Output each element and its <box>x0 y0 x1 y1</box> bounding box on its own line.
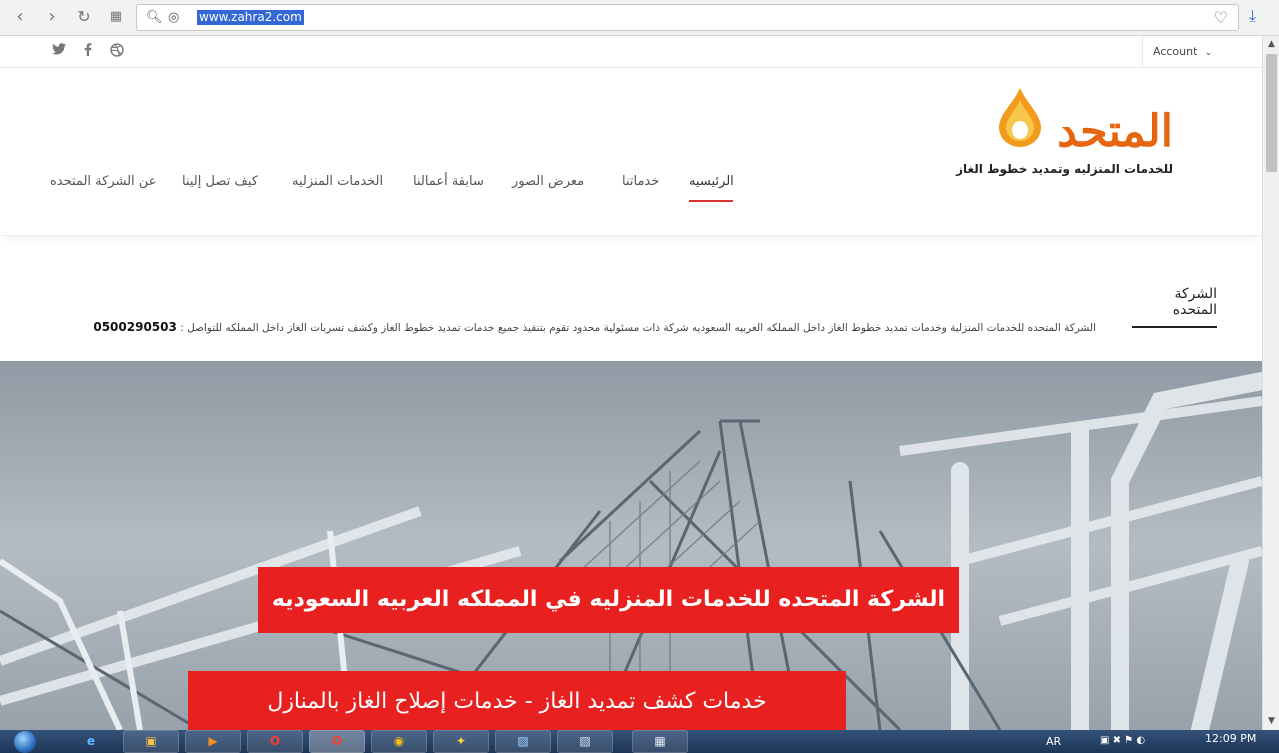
about-description: الشركة المتحده للخدمات المنزلية وخدمات ت… <box>180 322 1096 334</box>
menu-item-services[interactable]: خدماتنا <box>622 174 659 189</box>
python-icon[interactable]: ✦ <box>433 730 489 753</box>
speed-dial-icon[interactable]: ▦ <box>104 6 128 28</box>
phone-number: 0500290503 <box>93 320 177 334</box>
heart-icon[interactable]: ♡ <box>1214 8 1228 27</box>
hero-subheadline: خدمات كشف تمديد الغاز - خدمات إصلاح الغا… <box>188 671 846 730</box>
account-label: Account <box>1153 45 1198 58</box>
scroll-thumb[interactable] <box>1266 54 1277 172</box>
notepad-icon[interactable]: ▧ <box>557 730 613 753</box>
page-scrollbar[interactable]: ▲ ▼ <box>1262 36 1279 730</box>
active-menu-underline <box>689 200 733 202</box>
address-bar[interactable]: 🔍︎ ◎ www.zahra2.com ♡ <box>136 4 1239 31</box>
menu-item-home[interactable]: الرئيسيه <box>689 174 734 189</box>
browser-toolbar: ‹ › ↻ ▦ 🔍︎ ◎ www.zahra2.com ♡ ⤓ <box>0 0 1279 36</box>
web-page: Account ⌄ المتحد للخدمات المنزليه وتمديد… <box>0 36 1262 730</box>
facebook-icon[interactable] <box>79 43 97 60</box>
tray-icons[interactable]: ▣ ✖ ⚑ ◐ <box>1100 735 1145 746</box>
menu-item-previous-work[interactable]: سابقة أعمالنا <box>413 174 484 189</box>
site-logo[interactable]: المتحد للخدمات المنزليه وتمديد خطوط الغا… <box>956 84 1185 184</box>
back-icon[interactable]: ‹ <box>8 6 32 28</box>
clock-time[interactable]: 12:09 PM <box>1205 732 1256 745</box>
globe-icon: ◎ <box>168 10 180 25</box>
menu-item-about[interactable]: عن الشركة المتحده <box>50 174 156 189</box>
media-player-icon[interactable]: ▶ <box>185 730 241 753</box>
flame-drop-icon <box>999 88 1041 147</box>
account-menu[interactable]: Account ⌄ <box>1142 36 1262 68</box>
chrome-icon[interactable]: ◉ <box>371 730 427 753</box>
forward-icon[interactable]: › <box>40 6 64 28</box>
logo-tagline: للخدمات المنزليه وتمديد خطوط الغاز <box>956 162 1173 176</box>
about-section: الشركة المتحده الشركة المتحده للخدمات ال… <box>0 237 1262 361</box>
about-text: الشركة المتحده للخدمات المنزلية وخدمات ت… <box>84 320 1096 334</box>
key-icon: 🔍︎ <box>146 10 163 25</box>
menu-item-gallery[interactable]: معرض الصور <box>512 174 584 189</box>
menu-item-contact[interactable]: كيف تصل إلينا <box>182 174 258 189</box>
site-header: المتحد للخدمات المنزليه وتمديد خطوط الغا… <box>0 68 1262 236</box>
download-icon[interactable]: ⤓ <box>1249 6 1256 26</box>
reload-icon[interactable]: ↻ <box>72 6 96 28</box>
opera-active-icon[interactable]: O <box>309 730 365 753</box>
windows-logo-icon <box>14 731 36 753</box>
scroll-up-icon[interactable]: ▲ <box>1263 36 1279 53</box>
menu-item-home-services[interactable]: الخدمات المنزليه <box>292 174 383 189</box>
url-text[interactable]: www.zahra2.com <box>197 10 304 25</box>
calculator-icon[interactable]: ▦ <box>632 730 688 753</box>
top-strip: Account ⌄ <box>0 36 1262 68</box>
scroll-down-icon[interactable]: ▼ <box>1263 713 1279 730</box>
ie-icon[interactable]: e <box>64 730 118 753</box>
windows-taskbar: e ▣ ▶ O O ◉ ✦ ▨ ▧ ▦ AR ▣ ✖ ⚑ ◐ 12:09 PM <box>0 730 1279 753</box>
logo-title: المتحد <box>1057 106 1173 157</box>
dribbble-icon[interactable] <box>108 43 126 61</box>
start-button[interactable] <box>4 730 48 753</box>
photo-viewer-icon[interactable]: ▨ <box>495 730 551 753</box>
about-title: الشركة المتحده <box>1132 286 1217 328</box>
language-indicator[interactable]: AR <box>1046 735 1061 748</box>
hero-banner: الشركة المتحده للخدمات المنزليه في الممل… <box>0 361 1262 730</box>
twitter-icon[interactable] <box>50 43 68 59</box>
chevron-down-icon: ⌄ <box>1204 48 1213 58</box>
opera-icon[interactable]: O <box>247 730 303 753</box>
explorer-icon[interactable]: ▣ <box>123 730 179 753</box>
hero-headline: الشركة المتحده للخدمات المنزليه في الممل… <box>258 567 959 633</box>
